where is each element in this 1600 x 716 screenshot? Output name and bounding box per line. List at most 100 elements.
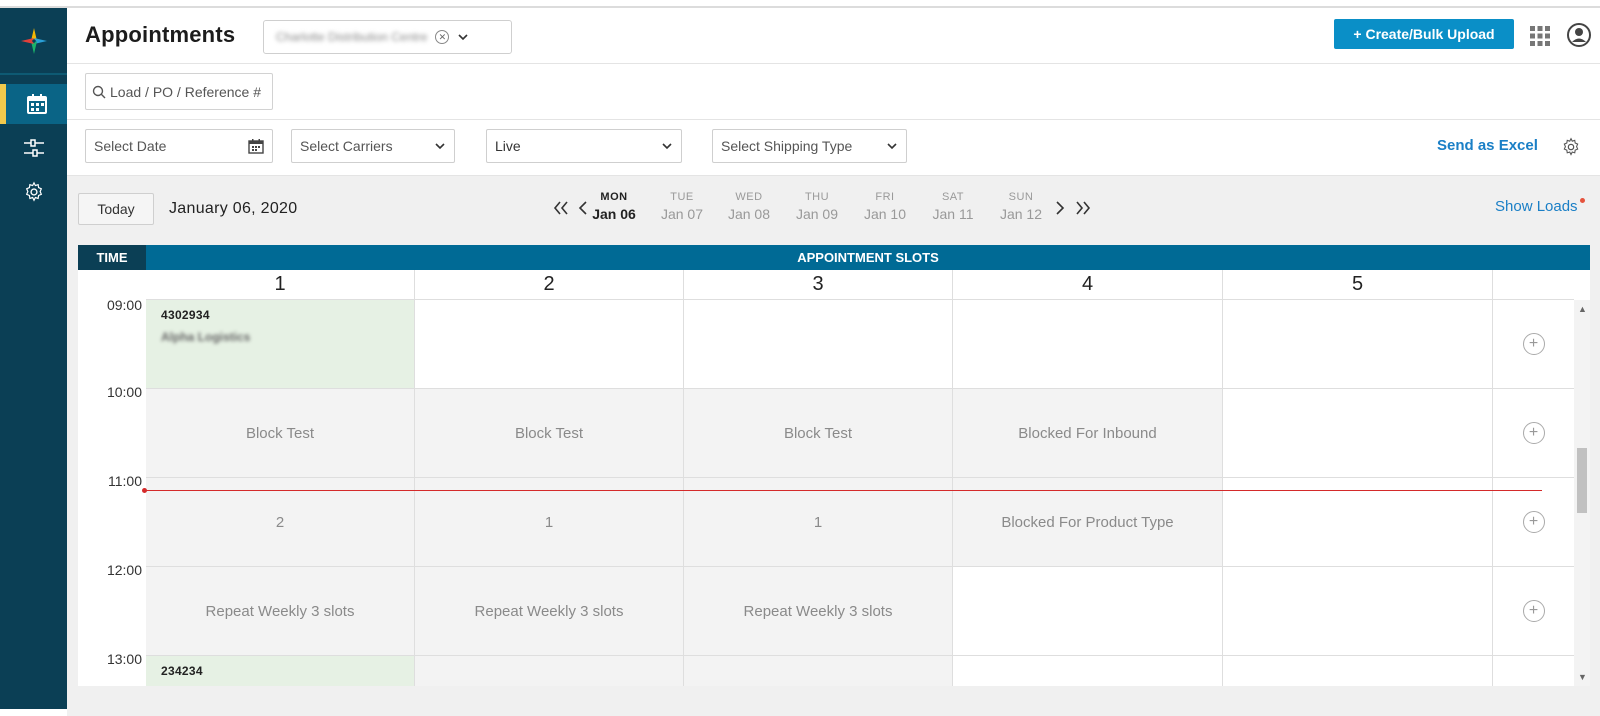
add-slot-plus-icon[interactable]: + <box>1522 333 1545 355</box>
empty-slot[interactable] <box>1223 300 1493 389</box>
slot-label: Repeat Weekly 3 slots <box>474 602 624 620</box>
day-thu[interactable]: THU Jan 09 <box>787 191 847 222</box>
booked-appointment-card[interactable]: 4302934 Alpha Logistics <box>146 300 415 389</box>
carriers-select[interactable]: Select Carriers <box>291 129 455 163</box>
day-of-week: FRI <box>875 191 895 203</box>
appointment-reference: 4302934 <box>161 308 210 322</box>
calendar-icon[interactable] <box>248 138 264 154</box>
clear-icon[interactable]: ✕ <box>435 30 450 44</box>
blocked-slot[interactable]: 1 <box>415 478 684 567</box>
day-date: Jan 09 <box>795 206 839 222</box>
search-icon <box>92 85 106 98</box>
slot-label: Block Test <box>514 424 584 442</box>
current-time-line <box>144 490 1542 491</box>
slot-label: Block Test <box>783 424 853 442</box>
double-chevron-right-icon[interactable] <box>1075 201 1091 215</box>
add-slot-cell: + <box>1493 656 1574 686</box>
carriers-placeholder: Select Carriers <box>300 138 393 154</box>
add-slot-cell: + <box>1493 478 1574 567</box>
chevron-right-icon[interactable] <box>1055 201 1065 215</box>
empty-slot[interactable] <box>1223 567 1493 656</box>
time-column-header: TIME <box>78 245 146 270</box>
blocked-slot[interactable]: Repeat Weekly 3 slots <box>684 567 953 656</box>
blocked-slot[interactable]: 1 <box>684 478 953 567</box>
shipping-placeholder: Select Shipping Type <box>721 138 853 154</box>
chevron-down-icon[interactable] <box>457 31 469 43</box>
add-slot-plus-icon[interactable]: + <box>1522 600 1545 622</box>
day-mon[interactable]: MON Jan 06 <box>584 191 644 222</box>
slot-column-header: 4 <box>953 270 1223 300</box>
day-date: Jan 10 <box>863 206 907 222</box>
status-select[interactable]: Live <box>486 129 682 163</box>
day-of-week: SAT <box>941 191 965 203</box>
blocked-slot[interactable]: Repeat Weekly 3 slots <box>146 567 415 656</box>
scroll-up-arrow-icon[interactable]: ▲ <box>1578 304 1587 314</box>
brand-logo-icon[interactable] <box>0 8 67 75</box>
empty-slot[interactable] <box>1223 478 1493 567</box>
apps-grid-icon[interactable] <box>1529 25 1551 47</box>
gear-icon[interactable] <box>1561 137 1581 157</box>
double-chevron-left-icon[interactable] <box>553 201 569 215</box>
blocked-slot[interactable]: Block Test <box>146 389 415 478</box>
blocked-slot[interactable]: 2 <box>146 478 415 567</box>
day-of-week: MON <box>600 191 628 203</box>
appointment-carrier: Alpha Logistics <box>161 330 251 344</box>
blocked-slot[interactable] <box>684 656 953 686</box>
scroll-thumb[interactable] <box>1577 448 1587 513</box>
day-tue[interactable]: TUE Jan 07 <box>652 191 712 222</box>
day-of-week: WED <box>735 191 763 203</box>
blocked-slot[interactable] <box>415 656 684 686</box>
grid-scrollbar[interactable]: ▲ ▼ <box>1574 300 1590 686</box>
today-button[interactable]: Today <box>78 193 154 225</box>
day-fri[interactable]: FRI Jan 10 <box>855 191 915 222</box>
blocked-slot[interactable]: Blocked For Product Type <box>953 478 1223 567</box>
blocked-slot[interactable]: Blocked For Inbound <box>953 389 1223 478</box>
shipping-type-select[interactable]: Select Shipping Type <box>712 129 907 163</box>
search-box[interactable] <box>85 73 273 110</box>
empty-slot[interactable] <box>1223 389 1493 478</box>
sidebar-item-appointments[interactable] <box>0 84 67 124</box>
empty-slot[interactable] <box>953 656 1223 686</box>
scroll-down-arrow-icon[interactable]: ▼ <box>1578 672 1587 682</box>
appointment-grid: TIME APPOINTMENT SLOTS 1 2 3 4 5 09:00 43… <box>78 245 1590 686</box>
day-of-week: SUN <box>1008 191 1034 203</box>
day-sun[interactable]: SUN Jan 12 <box>991 191 1051 222</box>
empty-slot[interactable] <box>953 567 1223 656</box>
blocked-slot[interactable]: Repeat Weekly 3 slots <box>415 567 684 656</box>
create-bulk-upload-button[interactable]: + Create/Bulk Upload <box>1334 19 1514 49</box>
day-date: Jan 11 <box>932 206 974 222</box>
booked-appointment-card[interactable]: 234234 <box>146 656 415 686</box>
user-avatar-icon[interactable] <box>1567 23 1591 47</box>
add-slot-plus-icon[interactable]: + <box>1522 422 1545 444</box>
top-header: Appointments Charlotte Distribution Cent… <box>67 8 1600 64</box>
empty-slot[interactable] <box>953 300 1223 389</box>
empty-slot[interactable] <box>1223 656 1493 686</box>
add-slot-cell: + <box>1493 300 1574 389</box>
slot-label: Blocked For Inbound <box>1018 424 1157 442</box>
slot-label: Blocked For Product Type <box>1001 513 1174 531</box>
sidebar-item-settings[interactable] <box>0 172 67 212</box>
add-slot-cell: + <box>1493 567 1574 656</box>
date-placeholder: Select Date <box>94 138 167 154</box>
day-sat[interactable]: SAT Jan 11 <box>923 191 983 222</box>
blocked-slot[interactable]: Block Test <box>684 389 953 478</box>
chevron-down-icon <box>435 143 445 150</box>
empty-slot[interactable] <box>415 300 684 389</box>
facility-select[interactable]: Charlotte Distribution Centre ✕ <box>263 20 512 54</box>
notification-dot <box>1579 198 1585 203</box>
slot-label: 1 <box>544 513 554 531</box>
slot-label: Repeat Weekly 3 slots <box>743 602 893 620</box>
empty-slot[interactable] <box>684 300 953 389</box>
add-slot-plus-icon[interactable]: + <box>1522 511 1545 533</box>
show-loads-link[interactable]: Show Loads <box>1495 198 1585 215</box>
blocked-slot[interactable]: Block Test <box>415 389 684 478</box>
time-label: 11:00 <box>108 473 142 489</box>
gear-icon <box>25 181 42 202</box>
search-input[interactable] <box>110 83 270 100</box>
send-as-excel-link[interactable]: Send as Excel <box>1437 137 1538 154</box>
date-picker[interactable]: Select Date <box>85 129 273 163</box>
sidebar-item-slots[interactable] <box>0 128 67 168</box>
page-title: Appointments <box>85 22 236 47</box>
appointment-reference: 234234 <box>161 664 203 678</box>
day-wed[interactable]: WED Jan 08 <box>719 191 779 222</box>
